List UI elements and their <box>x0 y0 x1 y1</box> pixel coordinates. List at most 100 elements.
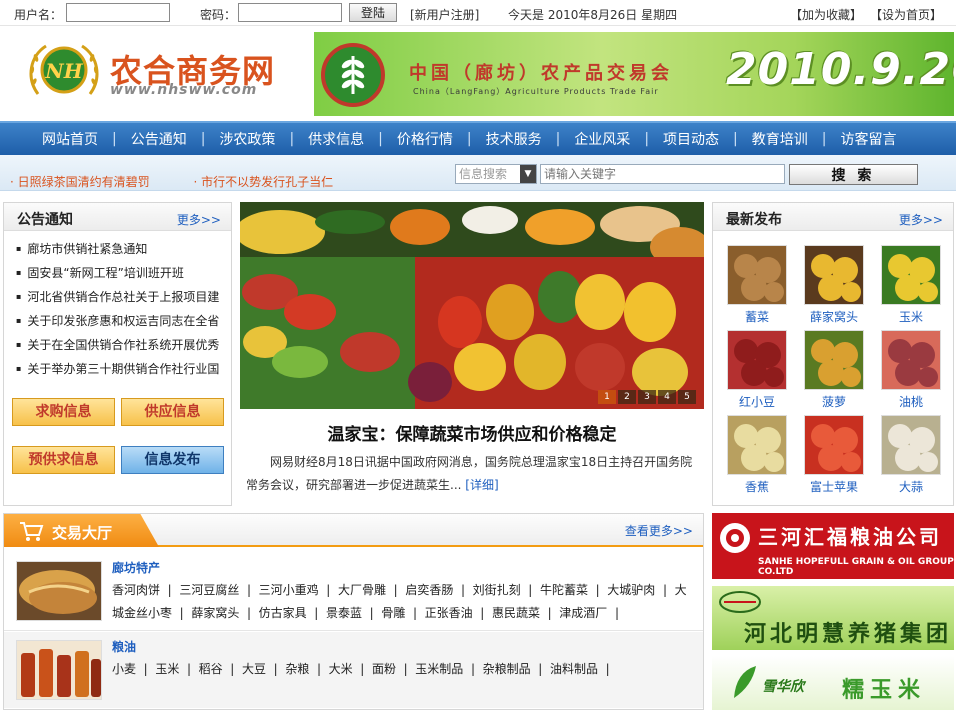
slide-dot[interactable]: 3 <box>638 390 656 404</box>
slide-dot[interactable]: 1 <box>598 390 616 404</box>
product-link[interactable]: 骨雕 <box>381 606 405 620</box>
product-image[interactable] <box>804 245 864 305</box>
product-image[interactable] <box>804 330 864 390</box>
nav-link[interactable]: 涉农政策 <box>205 129 289 149</box>
supply-info-button[interactable]: 供应信息 <box>121 398 224 426</box>
product-name[interactable]: 香蕉 <box>725 478 789 495</box>
product-link[interactable]: 大厂骨雕 <box>338 583 386 597</box>
purchase-info-button[interactable]: 求购信息 <box>12 398 115 426</box>
latest-item[interactable]: 蓄菜 <box>725 245 789 325</box>
notice-item[interactable]: 关于举办第三十期供销合作社行业国 <box>16 357 221 381</box>
nav-link[interactable]: 供求信息 <box>294 129 378 149</box>
marquee-item[interactable]: · 日照绿茶国清约有清碧罚 <box>10 175 150 189</box>
nav-link[interactable]: 公告通知 <box>117 129 201 149</box>
product-image[interactable] <box>881 415 941 475</box>
notice-item[interactable]: 关于在全国供销合作社系统开展优秀 <box>16 333 221 357</box>
nav-link[interactable]: 访客留言 <box>826 129 910 149</box>
slide-dot[interactable]: 4 <box>658 390 676 404</box>
latest-item[interactable]: 油桃 <box>879 330 943 410</box>
latest-item[interactable]: 大蒜 <box>879 415 943 495</box>
hall-more-link[interactable]: 查看更多>> <box>625 522 693 539</box>
chevron-down-icon[interactable]: ▼ <box>520 165 536 183</box>
product-link[interactable]: 油料制品 <box>550 662 598 676</box>
nav-link[interactable]: 企业风采 <box>560 129 644 149</box>
product-image[interactable] <box>881 245 941 305</box>
product-link[interactable]: 牛陀蓄菜 <box>540 583 588 597</box>
search-input[interactable] <box>540 164 785 184</box>
latest-item[interactable]: 香蕉 <box>725 415 789 495</box>
specialty-thumb[interactable] <box>16 561 102 621</box>
product-name[interactable]: 红小豆 <box>725 393 789 410</box>
notice-item[interactable]: 固安县“新网工程”培训班开班 <box>16 261 221 285</box>
product-link[interactable]: 稻谷 <box>199 662 223 676</box>
product-image[interactable] <box>727 415 787 475</box>
news-marquee[interactable]: · 日照绿茶国清约有清碧罚 · 市行不以势发行孔子当仁 <box>10 173 440 189</box>
password-input[interactable] <box>238 3 342 22</box>
search-button[interactable]: 搜 索 <box>789 164 918 185</box>
feature-headline[interactable]: 温家宝：保障蔬菜市场供应和价格稳定 <box>240 420 704 445</box>
product-link[interactable]: 薛家窝头 <box>191 606 239 620</box>
slide-dot[interactable]: 5 <box>678 390 696 404</box>
product-link[interactable]: 大豆 <box>242 662 266 676</box>
latest-item[interactable]: 菠萝 <box>802 330 866 410</box>
product-image[interactable] <box>727 330 787 390</box>
register-link[interactable]: [新用户注册] <box>410 6 479 23</box>
product-name[interactable]: 大蒜 <box>879 478 943 495</box>
product-link[interactable]: 启奕香肠 <box>405 583 453 597</box>
product-name[interactable]: 蓄菜 <box>725 308 789 325</box>
fair-banner[interactable]: 中国（廊坊）农产品交易会 China（LangFang）Agriculture … <box>314 32 954 116</box>
category-grain[interactable]: 粮油 <box>112 638 136 655</box>
product-link[interactable]: 正张香油 <box>425 606 473 620</box>
product-image[interactable] <box>881 330 941 390</box>
product-name[interactable]: 菠萝 <box>802 393 866 410</box>
bookmark-link[interactable]: 【加为收藏】 <box>790 6 862 23</box>
notice-item[interactable]: 廊坊市供销社紧急通知 <box>16 237 221 261</box>
latest-item[interactable]: 薛家窝头 <box>802 245 866 325</box>
ad-sanhe-grain-oil[interactable]: 三河汇福粮油公司 SANHE HOPEFULL GRAIN & OIL GROU… <box>712 513 954 579</box>
product-link[interactable]: 三河豆腐丝 <box>179 583 239 597</box>
latest-item[interactable]: 红小豆 <box>725 330 789 410</box>
product-link[interactable]: 津成酒厂 <box>559 606 607 620</box>
nav-link[interactable]: 项目动态 <box>649 129 733 149</box>
product-link[interactable]: 惠民蔬菜 <box>492 606 540 620</box>
product-link[interactable]: 刘街扎刻 <box>473 583 521 597</box>
product-link[interactable]: 面粉 <box>372 662 396 676</box>
product-name[interactable]: 薛家窝头 <box>802 308 866 325</box>
ad-waxy-corn[interactable]: 雪华欣 糯玉米 <box>712 656 954 710</box>
notice-item[interactable]: 关于印发张彦惠和权运吉同志在全省 <box>16 309 221 333</box>
latest-more-link[interactable]: 更多>> <box>899 211 943 228</box>
latest-item[interactable]: 玉米 <box>879 245 943 325</box>
detail-link[interactable]: [详细] <box>465 478 498 492</box>
slide-dot[interactable]: 2 <box>618 390 636 404</box>
product-link[interactable]: 杂粮 <box>285 662 309 676</box>
username-input[interactable] <box>66 3 170 22</box>
product-image[interactable] <box>804 415 864 475</box>
marquee-item[interactable]: · 市行不以势发行孔子当仁 <box>193 175 333 189</box>
product-link[interactable]: 小麦 <box>112 662 136 676</box>
pre-supply-demand-button[interactable]: 预供求信息 <box>12 446 115 474</box>
nav-link[interactable]: 网站首页 <box>28 129 112 149</box>
product-link[interactable]: 大城驴肉 <box>607 583 655 597</box>
latest-item[interactable]: 富士苹果 <box>802 415 866 495</box>
notice-more-link[interactable]: 更多>> <box>177 211 221 228</box>
product-name[interactable]: 富士苹果 <box>802 478 866 495</box>
product-name[interactable]: 油桃 <box>879 393 943 410</box>
search-type-select[interactable]: 信息搜索 ▼ <box>455 164 537 184</box>
product-image[interactable] <box>727 245 787 305</box>
product-link[interactable]: 景泰蓝 <box>326 606 362 620</box>
feature-slideshow[interactable]: 1 2 3 4 5 <box>240 202 704 409</box>
login-button[interactable]: 登陆 <box>349 3 397 22</box>
product-link[interactable]: 三河小重鸡 <box>259 583 319 597</box>
product-link[interactable]: 玉米 <box>155 662 179 676</box>
product-link[interactable]: 香河肉饼 <box>112 583 160 597</box>
nav-link[interactable]: 价格行情 <box>383 129 467 149</box>
nav-link[interactable]: 技术服务 <box>472 129 556 149</box>
grain-thumb[interactable] <box>16 640 102 700</box>
product-link[interactable]: 大米 <box>329 662 353 676</box>
ad-minghui-pig[interactable]: 河北明慧养猪集团 <box>712 586 954 650</box>
category-specialty[interactable]: 廊坊特产 <box>112 559 160 576</box>
publish-info-button[interactable]: 信息发布 <box>121 446 224 474</box>
notice-item[interactable]: 河北省供销合作总社关于上报项目建 <box>16 285 221 309</box>
product-link[interactable]: 仿古家具 <box>259 606 307 620</box>
set-homepage-link[interactable]: 【设为首页】 <box>870 6 942 23</box>
